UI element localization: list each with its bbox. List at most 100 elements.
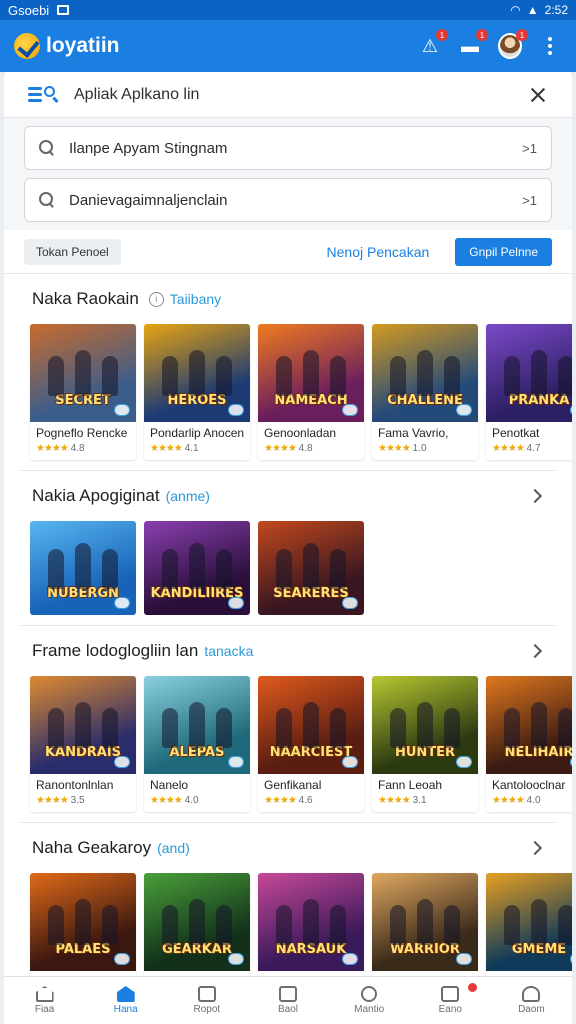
game-card[interactable]: NAMEACH Genoonladan ★★★★ 4.8 [258, 324, 364, 460]
bag-icon [441, 986, 460, 1002]
section-tag[interactable]: (and) [157, 840, 190, 856]
notifications-badge: 1 [436, 29, 448, 41]
chevron-right-icon[interactable] [527, 643, 543, 659]
more-options-button[interactable] [538, 34, 562, 58]
search-input-primary[interactable] [69, 139, 515, 157]
nav-item-4[interactable]: Baol [247, 977, 328, 1024]
game-card[interactable]: ALEPAS Nanelo ★★★★ 4.0 [144, 676, 250, 812]
card-meta: Pondarlip Anocen ★★★★ 4.1 [144, 422, 250, 460]
rating-value: 4.8 [70, 443, 85, 454]
game-card[interactable]: NAARCIEST Genfikanal ★★★★ 4.6 [258, 676, 364, 812]
search-sheet: Apliak Aplkano lin >1 >1 Tokan Penoel Ne… [4, 72, 572, 1024]
controller-icon [342, 756, 358, 768]
cover-title: NELIHAIR [504, 745, 572, 761]
section-tag[interactable]: tanacka [204, 643, 253, 659]
nav-label: Fiaa [34, 1004, 55, 1015]
game-cover-image: PALAES [30, 873, 136, 971]
cover-title: SEARERES [273, 586, 349, 602]
bottom-navigation: Fiaa Hana Ropot Baol Mantio Eano Daom [4, 976, 572, 1024]
sheet-header: Apliak Aplkano lin [4, 72, 572, 118]
game-name: Fann Leoah [378, 778, 443, 792]
game-card[interactable]: HEROES Pondarlip Anocen ★★★★ 4.1 [144, 324, 250, 460]
search-icon [39, 192, 55, 208]
card-meta: Nanelo ★★★★ 4.0 [144, 774, 250, 812]
app-logo[interactable]: loyatiin [14, 33, 120, 59]
game-rating: ★★★★ 4.0 [492, 795, 572, 806]
cart-button[interactable]: ▬ 1 [458, 29, 488, 58]
controller-icon [114, 404, 130, 416]
game-cover-image: HUNTER [372, 676, 478, 774]
search-arrow-icon[interactable]: >1 [522, 193, 537, 208]
game-cover-image: CHALLENE [372, 324, 478, 422]
screenshot-icon [57, 5, 70, 15]
document-icon [197, 986, 216, 1002]
clock-label: 2:52 [544, 3, 568, 17]
chevron-right-icon[interactable] [527, 840, 543, 856]
menu-search-icon[interactable] [28, 85, 58, 104]
section-tag[interactable]: Taiibany [170, 291, 221, 307]
signal-icon: ▲ [526, 3, 539, 17]
game-cover-image: HEROES [144, 324, 250, 422]
game-cover-image: NELIHAIR [486, 676, 572, 774]
controller-icon [342, 597, 358, 609]
rating-value: 1.0 [412, 443, 427, 454]
game-rating: ★★★★ 1.0 [378, 443, 472, 454]
cover-title: WARRIOR [390, 942, 460, 958]
section-header[interactable]: Naka Raokain i Taiibany [20, 274, 556, 324]
game-card[interactable]: CHALLENE Fama Vavrio, ★★★★ 1.0 [372, 324, 478, 460]
secondary-tab-link[interactable]: Nenoj Pencakan [327, 244, 430, 260]
section-header[interactable]: Naha Geakaroy (and) [20, 823, 556, 873]
controller-icon [228, 953, 244, 965]
game-card[interactable]: KANDILIIRES [144, 521, 250, 615]
rating-value: 3.5 [70, 795, 85, 806]
logo-check-icon [14, 33, 40, 59]
game-name: Fama Vavrio, [378, 426, 449, 440]
nav-item-1[interactable]: Fiaa [4, 977, 85, 1024]
characters-art [384, 702, 466, 748]
section-title: Nakia Apogiginat [32, 486, 160, 505]
game-cover-image: KANDRAIS [30, 676, 136, 774]
primary-action-button[interactable]: Gnpil Pelnne [455, 237, 552, 266]
profile-button[interactable]: 1 [498, 29, 528, 59]
book-icon [278, 986, 297, 1002]
characters-art [270, 350, 352, 396]
app-bar: loyatiin ⚠ 1 ▬ 1 1 [0, 20, 576, 72]
game-card[interactable]: NELIHAIR Kantolooclnar ★★★★ 4.0 [486, 676, 572, 812]
card-meta: Genoonladan ★★★★ 4.8 [258, 422, 364, 460]
sheet-title: Apliak Aplkano lin [74, 85, 200, 103]
game-card[interactable]: SECRET Pogneflo Rencke ★★★★ 4.8 [30, 324, 136, 460]
game-rating: ★★★★ 4.0 [150, 795, 244, 806]
game-card[interactable]: SEARERES [258, 521, 364, 615]
nav-item-6[interactable]: Eano [410, 977, 491, 1024]
nav-item-3[interactable]: Ropot [166, 977, 247, 1024]
controller-icon [228, 756, 244, 768]
nav-item-7[interactable]: Daom [491, 977, 572, 1024]
cover-title: GEARKAR [162, 942, 232, 958]
nav-item-2[interactable]: Hana [85, 977, 166, 1024]
game-card[interactable]: NUBERGN [30, 521, 136, 615]
chevron-right-icon[interactable] [527, 488, 543, 504]
game-card[interactable]: KANDRAIS Ranontonlnlan ★★★★ 3.5 [30, 676, 136, 812]
card-meta: Penotkat ★★★★ 4.7 [486, 422, 572, 460]
close-icon[interactable] [528, 85, 548, 105]
search-box-primary[interactable]: >1 [24, 126, 552, 170]
section-header[interactable]: Frame lodoglogliin lan tanacka [20, 626, 556, 676]
search-box-secondary[interactable]: >1 [24, 178, 552, 222]
search-input-secondary[interactable] [69, 191, 515, 209]
nav-item-5[interactable]: Mantio [329, 977, 410, 1024]
person-icon [522, 986, 541, 1002]
search-arrow-icon[interactable]: >1 [522, 141, 537, 156]
game-card[interactable]: HUNTER Fann Leoah ★★★★ 3.1 [372, 676, 478, 812]
filter-chip[interactable]: Tokan Penoel [24, 238, 121, 265]
kebab-dot-icon [548, 37, 552, 41]
section-tag[interactable]: (anme) [166, 488, 210, 504]
notifications-button[interactable]: ⚠ 1 [418, 29, 448, 58]
characters-art [384, 899, 466, 945]
controller-icon [228, 404, 244, 416]
section-header[interactable]: Nakia Apogiginat (anme) [20, 471, 556, 521]
section-2: Nakia Apogiginat (anme) NUBERGN KANDILIIRES… [20, 471, 556, 626]
game-card[interactable]: PRANKA Penotkat ★★★★ 4.7 [486, 324, 572, 460]
characters-art [156, 543, 238, 589]
info-icon[interactable]: i [148, 291, 164, 307]
cover-title: HUNTER [394, 745, 456, 761]
